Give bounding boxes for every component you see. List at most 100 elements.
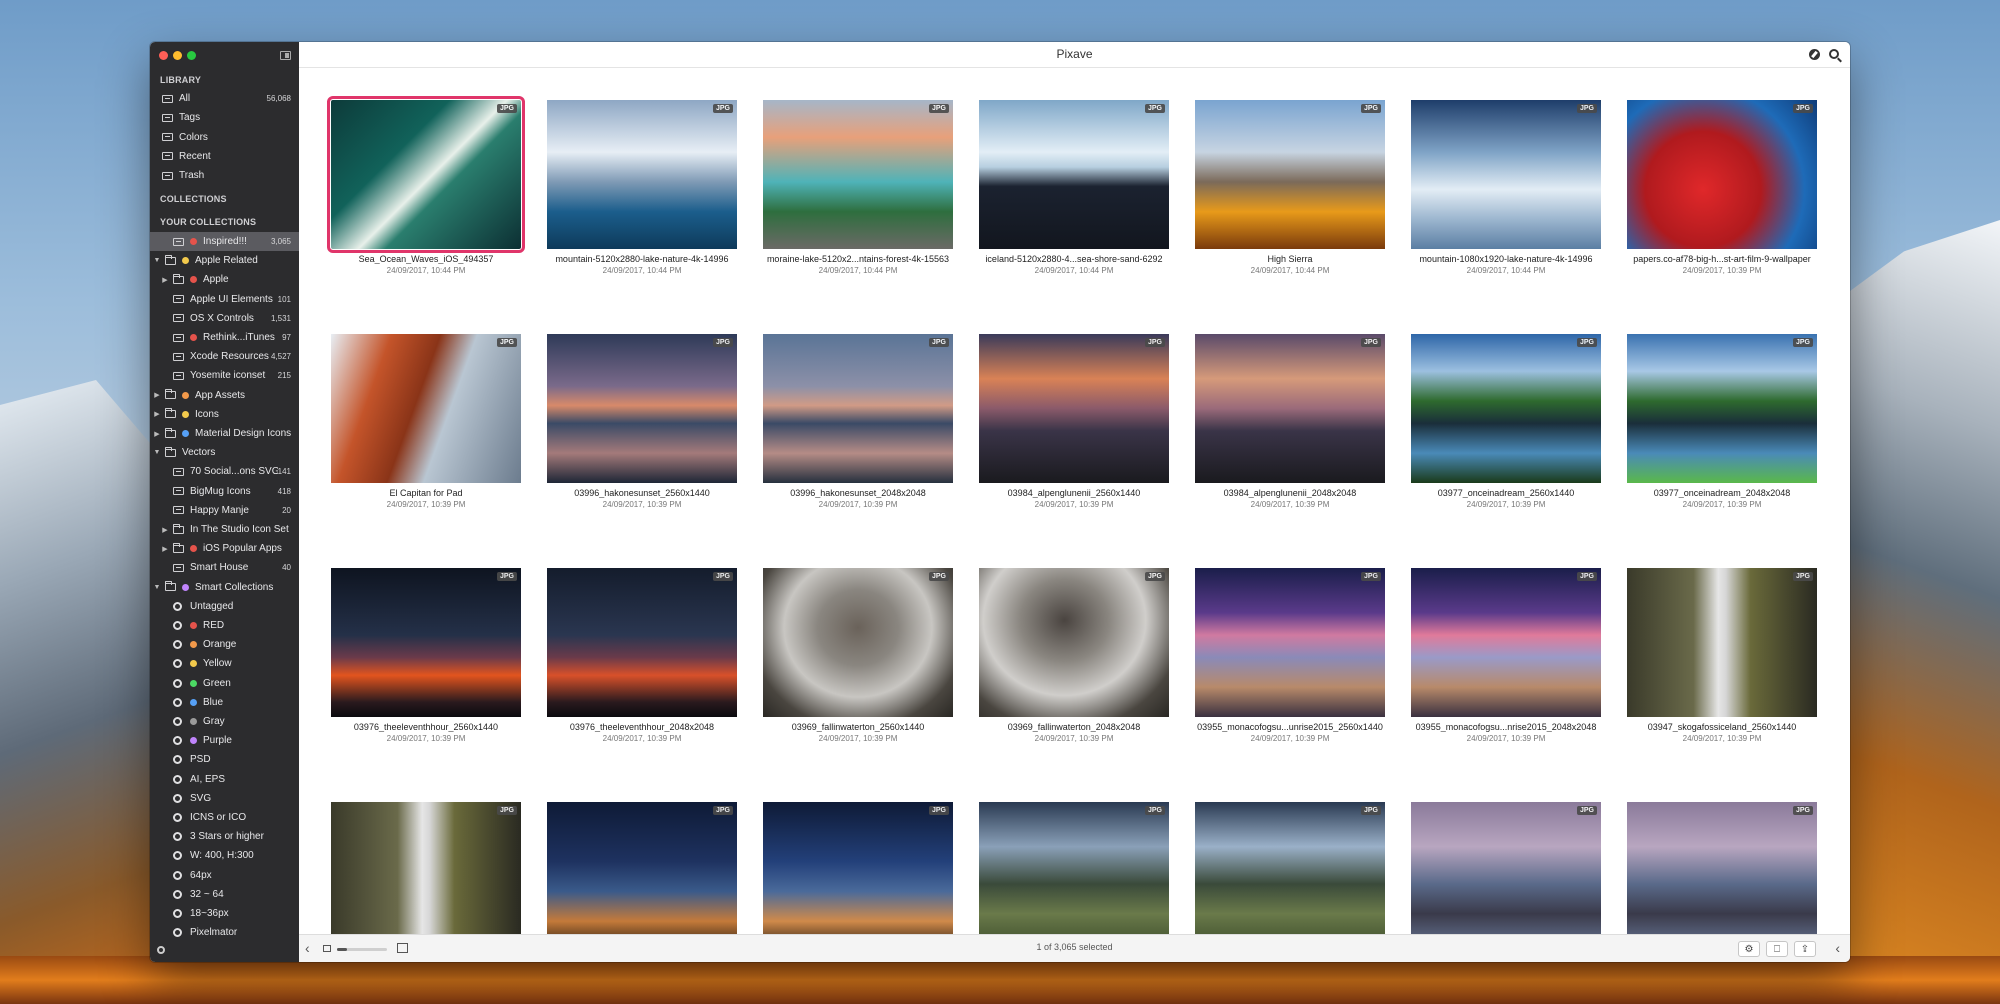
disclosure-triangle-icon[interactable]: ▶ bbox=[161, 545, 169, 553]
collection-item[interactable]: 32 ~ 64 bbox=[150, 885, 299, 904]
image-tile[interactable]: JPG 03984_alpenglunenii_2048x2048 24/09/20… bbox=[1195, 334, 1385, 524]
image-tile[interactable]: JPG bbox=[1195, 802, 1385, 934]
image-tile[interactable]: JPG 03947_skogafossiceland_2560x1440 24/09… bbox=[1627, 568, 1817, 758]
collection-item[interactable]: Yosemite iconset 215 bbox=[150, 366, 299, 385]
collection-item[interactable]: Pixelmator bbox=[150, 923, 299, 942]
collection-item[interactable]: Untagged bbox=[150, 597, 299, 616]
image-tile[interactable]: JPG mountain-5120x2880-lake-nature-4k-149… bbox=[547, 100, 737, 290]
image-thumbnail[interactable]: JPG bbox=[979, 802, 1169, 934]
image-thumbnail[interactable]: JPG bbox=[1195, 568, 1385, 717]
collection-item[interactable]: Purple bbox=[150, 731, 299, 750]
collection-item[interactable]: 70 Social...ons SVG 141 bbox=[150, 462, 299, 481]
disclosure-triangle-icon[interactable]: ▶ bbox=[161, 276, 169, 284]
search-icon[interactable] bbox=[1829, 49, 1839, 59]
collection-item[interactable]: Orange bbox=[150, 635, 299, 654]
image-thumbnail[interactable]: JPG bbox=[547, 568, 737, 717]
disclosure-triangle-icon[interactable]: ▶ bbox=[161, 526, 169, 534]
image-thumbnail[interactable]: JPG bbox=[1411, 334, 1601, 483]
info-button[interactable]: ⎕ bbox=[1766, 941, 1788, 957]
sidebar-item-trash[interactable]: Trash bbox=[150, 166, 299, 185]
disclosure-triangle-icon[interactable]: ▼ bbox=[153, 257, 161, 264]
image-thumbnail[interactable]: JPG bbox=[1627, 568, 1817, 717]
collection-item[interactable]: Inspired!!! 3,065 bbox=[150, 232, 299, 251]
image-tile[interactable]: JPG 03984_alpenglunenii_2560x1440 24/09/20… bbox=[979, 334, 1169, 524]
share-button[interactable]: ⇪ bbox=[1794, 941, 1816, 957]
collection-item[interactable]: 18~36px bbox=[150, 904, 299, 923]
image-tile[interactable]: JPG 03969_fallinwaterton_2560x1440 24/09/2… bbox=[763, 568, 953, 758]
image-tile[interactable]: JPG 03977_onceinadream_2560x1440 24/09/201… bbox=[1411, 334, 1601, 524]
close-button[interactable] bbox=[159, 51, 168, 60]
image-thumbnail[interactable]: JPG bbox=[763, 334, 953, 483]
image-thumbnail[interactable]: JPG bbox=[979, 334, 1169, 483]
image-thumbnail[interactable]: JPG bbox=[763, 802, 953, 934]
image-thumbnail[interactable]: JPG bbox=[1627, 100, 1817, 249]
minimize-button[interactable] bbox=[173, 51, 182, 60]
image-tile[interactable]: JPG mountain-1080x1920-lake-nature-4k-149… bbox=[1411, 100, 1601, 290]
sidebar-item-colors[interactable]: Colors bbox=[150, 128, 299, 147]
image-tile[interactable]: JPG iceland-5120x2880-4...sea-shore-sand-… bbox=[979, 100, 1169, 290]
image-tile[interactable]: JPG bbox=[1411, 802, 1601, 934]
image-tile[interactable]: JPG 03977_onceinadream_2048x2048 24/09/201… bbox=[1627, 334, 1817, 524]
image-thumbnail[interactable]: JPG bbox=[331, 568, 521, 717]
image-tile[interactable]: JPG bbox=[1627, 802, 1817, 934]
collection-item[interactable]: ▶ iOS Popular Apps bbox=[150, 539, 299, 558]
image-thumbnail[interactable]: JPG bbox=[327, 96, 525, 253]
collection-item[interactable]: ▶ App Assets bbox=[150, 386, 299, 405]
collection-item[interactable]: 3 Stars or higher bbox=[150, 827, 299, 846]
collection-item[interactable]: Blue bbox=[150, 693, 299, 712]
image-tile[interactable]: JPG 03955_monacofogsu...nrise2015_2048x20… bbox=[1411, 568, 1601, 758]
collection-item[interactable]: ▼ Apple Related bbox=[150, 251, 299, 270]
image-thumbnail[interactable]: JPG bbox=[1627, 802, 1817, 934]
sidebar-settings-gear-icon[interactable] bbox=[157, 946, 165, 954]
collection-item[interactable]: Apple UI Elements 101 bbox=[150, 290, 299, 309]
collection-item[interactable]: ▶ Apple bbox=[150, 270, 299, 289]
image-tile[interactable]: JPG bbox=[331, 802, 521, 934]
compass-icon[interactable] bbox=[1809, 49, 1820, 60]
collection-item[interactable]: ▶ In The Studio Icon Set bbox=[150, 520, 299, 539]
disclosure-triangle-icon[interactable]: ▶ bbox=[153, 410, 161, 418]
disclosure-triangle-icon[interactable]: ▼ bbox=[153, 449, 161, 456]
image-tile[interactable]: JPG Sea_Ocean_Waves_iOS_494357 24/09/2017,… bbox=[327, 96, 525, 290]
collection-item[interactable]: Green bbox=[150, 674, 299, 693]
image-thumbnail[interactable]: JPG bbox=[763, 100, 953, 249]
image-thumbnail[interactable]: JPG bbox=[1195, 802, 1385, 934]
image-thumbnail[interactable]: JPG bbox=[331, 802, 521, 934]
sidebar-item-recent[interactable]: Recent bbox=[150, 147, 299, 166]
disclosure-triangle-icon[interactable]: ▶ bbox=[153, 391, 161, 399]
zoom-button[interactable] bbox=[187, 51, 196, 60]
disclosure-triangle-icon[interactable]: ▼ bbox=[153, 584, 161, 591]
image-thumbnail[interactable]: JPG bbox=[1411, 568, 1601, 717]
collection-item[interactable]: Gray bbox=[150, 712, 299, 731]
collection-item[interactable]: PSD bbox=[150, 750, 299, 769]
collection-item[interactable]: ▶ Icons bbox=[150, 405, 299, 424]
image-tile[interactable]: JPG El Capitan for Pad 24/09/2017, 10:39 P… bbox=[331, 334, 521, 524]
image-thumbnail[interactable]: JPG bbox=[1195, 100, 1385, 249]
collection-item[interactable]: ▼ Vectors bbox=[150, 443, 299, 462]
image-thumbnail[interactable]: JPG bbox=[1411, 100, 1601, 249]
collapse-inspector-button[interactable]: ‹ bbox=[1835, 940, 1840, 956]
collection-item[interactable]: 64px bbox=[150, 866, 299, 885]
image-tile[interactable]: JPG High Sierra 24/09/2017, 10:44 PM bbox=[1195, 100, 1385, 290]
collection-item[interactable]: SVG bbox=[150, 789, 299, 808]
image-thumbnail[interactable]: JPG bbox=[1411, 802, 1601, 934]
image-thumbnail[interactable]: JPG bbox=[763, 568, 953, 717]
collection-item[interactable]: Rethink...iTunes 97 bbox=[150, 328, 299, 347]
image-tile[interactable]: JPG 03976_theeleventhhour_2048x2048 24/09/… bbox=[547, 568, 737, 758]
image-thumbnail[interactable]: JPG bbox=[547, 100, 737, 249]
image-tile[interactable]: JPG bbox=[547, 802, 737, 934]
image-thumbnail[interactable]: JPG bbox=[1195, 334, 1385, 483]
collection-item[interactable]: Smart House 40 bbox=[150, 558, 299, 577]
image-thumbnail[interactable]: JPG bbox=[331, 334, 521, 483]
collection-item[interactable]: RED bbox=[150, 616, 299, 635]
image-tile[interactable]: JPG papers.co-af78-big-h...st-art-film-9-… bbox=[1627, 100, 1817, 290]
image-tile[interactable]: JPG 03996_hakonesunset_2048x2048 24/09/201… bbox=[763, 334, 953, 524]
sidebar-item-tags[interactable]: Tags bbox=[150, 108, 299, 127]
collection-item[interactable]: Happy Manje 20 bbox=[150, 501, 299, 520]
collection-item[interactable]: ▼ Smart Collections bbox=[150, 578, 299, 597]
image-tile[interactable]: JPG moraine-lake-5120x2...ntains-forest-4… bbox=[763, 100, 953, 290]
collection-item[interactable]: Yellow bbox=[150, 654, 299, 673]
collection-item[interactable]: Xcode Resources 4,527 bbox=[150, 347, 299, 366]
image-tile[interactable]: JPG 03955_monacofogsu...unrise2015_2560x1… bbox=[1195, 568, 1385, 758]
image-tile[interactable]: JPG 03969_fallinwaterton_2048x2048 24/09/2… bbox=[979, 568, 1169, 758]
settings-gear-button[interactable]: ⚙ bbox=[1738, 941, 1760, 957]
